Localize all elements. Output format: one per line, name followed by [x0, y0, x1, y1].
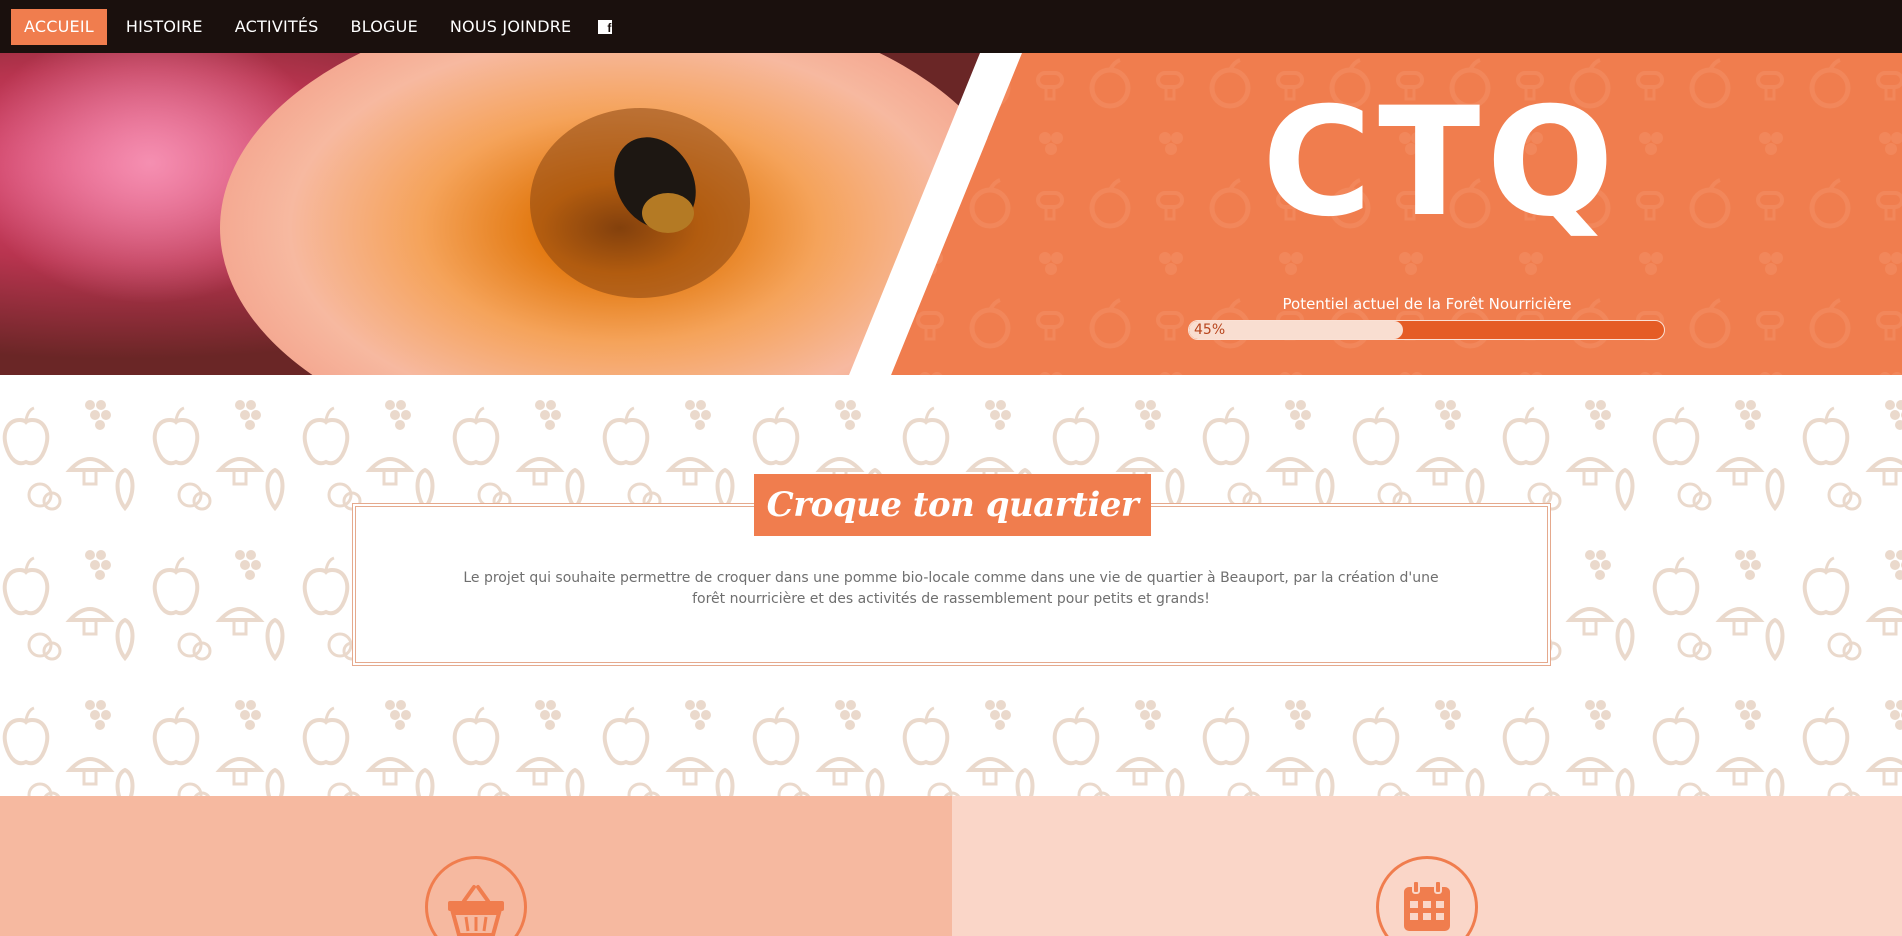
ctq-logo: CTQ: [1262, 76, 1620, 250]
progress-fill: 45%: [1189, 321, 1403, 339]
progress-value: 45%: [1194, 322, 1226, 338]
food-forest-progress-bar: 45%: [1188, 320, 1665, 340]
facebook-icon[interactable]: f: [598, 19, 613, 34]
nav-item-nous-joindre[interactable]: NOUS JOINDRE: [437, 9, 584, 45]
intro-description: Le projet qui souhaite permettre de croq…: [463, 570, 1439, 607]
nav-item-accueil[interactable]: ACCUEIL: [11, 8, 107, 45]
progress-label: Potentiel actuel de la Forêt Nourricière: [1282, 295, 1572, 313]
top-navigation: ACCUEIL HISTOIRE ACTIVITÉS BLOGUE NOUS J…: [0, 0, 1902, 53]
basket-icon[interactable]: [425, 856, 527, 936]
intro-title: Croque ton quartier: [754, 474, 1151, 536]
nav-item-blogue[interactable]: BLOGUE: [338, 9, 431, 45]
calendar-icon[interactable]: [1376, 856, 1478, 936]
panel-basket: [0, 796, 952, 936]
nav-item-histoire[interactable]: HISTOIRE: [113, 9, 216, 45]
hero-banner: CTQ Potentiel actuel de la Forêt Nourric…: [0, 53, 1902, 375]
intro-section: Croque ton quartier Le projet qui souhai…: [0, 375, 1902, 796]
nav-item-activites[interactable]: ACTIVITÉS: [222, 9, 332, 45]
panel-calendar: [952, 796, 1902, 936]
